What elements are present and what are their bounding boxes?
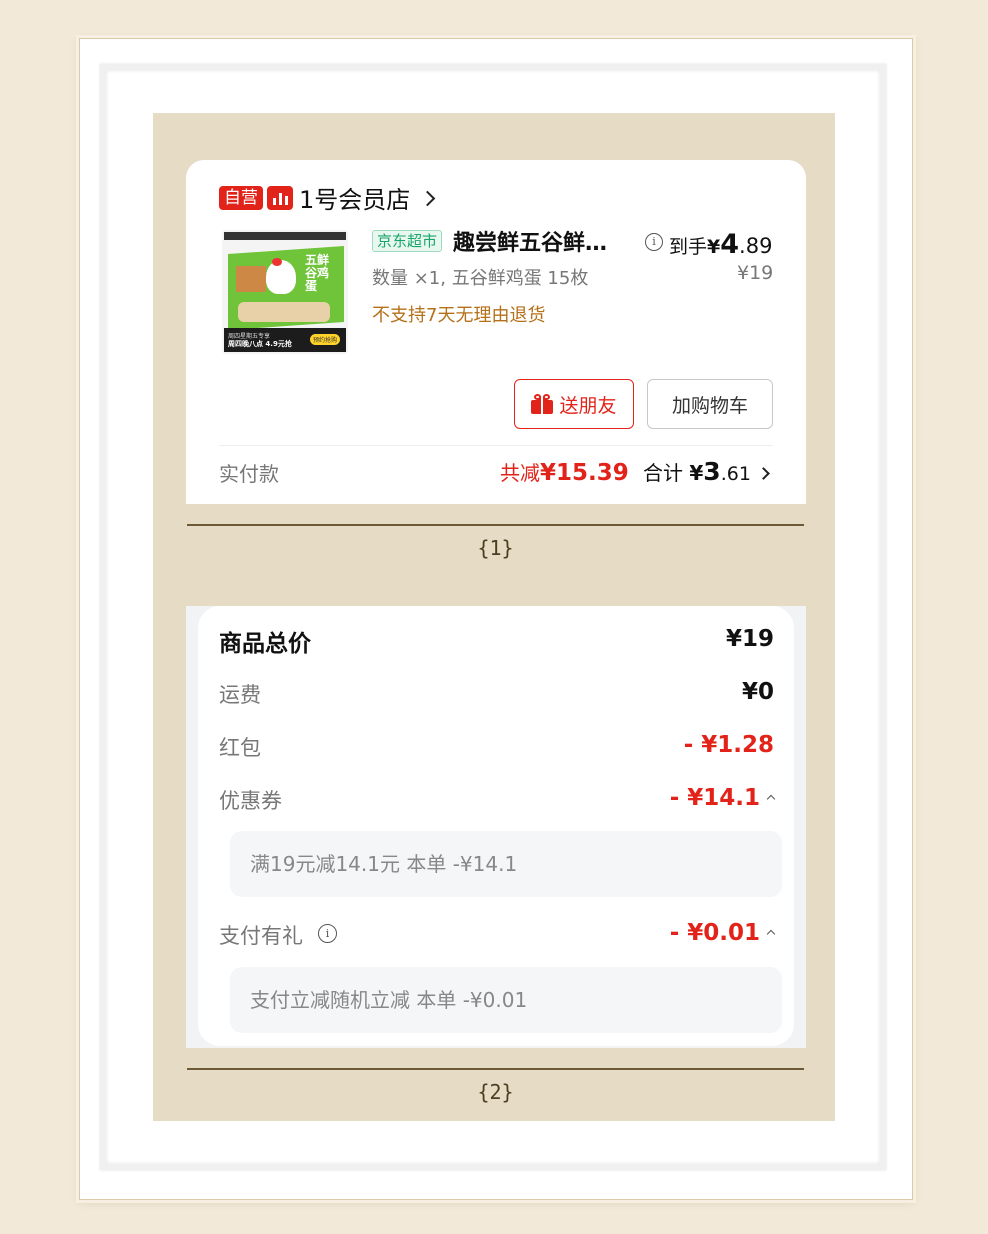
info-icon[interactable]: i — [318, 924, 337, 943]
total-discount: 共减¥15.39 — [500, 457, 629, 486]
redpacket-label: 红包 — [219, 736, 261, 760]
box-label-line3: 蛋 — [305, 279, 318, 293]
coupon-label: 优惠券 — [219, 789, 282, 813]
coupon-row-toggle[interactable]: - ¥14.1 — [669, 785, 776, 811]
final-price-symbol: ¥ — [707, 236, 721, 258]
original-price: ¥19 — [737, 262, 774, 284]
order-total-symbol: ¥ — [689, 461, 704, 485]
separator — [219, 445, 773, 446]
final-price-prefix: 到手 — [669, 236, 708, 258]
final-price: 到手¥4.89 — [669, 229, 772, 260]
store-chart-icon — [267, 186, 293, 210]
order-item-card: 自营 1号会员店 五鲜 谷鸡 蛋 周四星期五专享 周四晚八点 4.9元抢 预约抢… — [186, 160, 806, 504]
shipping-value: ¥0 — [741, 679, 774, 705]
paygift-label: 支付有礼 — [219, 924, 303, 948]
paygift-value: - ¥0.01 — [669, 920, 760, 946]
product-title[interactable]: 趣尝鲜五谷鲜… — [453, 225, 607, 257]
add-to-cart-button[interactable]: 加购物车 — [647, 379, 773, 429]
chevron-right-icon[interactable] — [757, 467, 770, 480]
chevron-right-icon[interactable] — [419, 190, 436, 207]
store-name-link[interactable]: 1号会员店 — [299, 180, 410, 215]
total-discount-prefix: 共减 — [500, 461, 540, 485]
chevron-up-icon — [766, 794, 776, 803]
product-image[interactable]: 五鲜 谷鸡 蛋 周四星期五专享 周四晚八点 4.9元抢 预约抢购 — [222, 230, 348, 354]
order-total-dec: .61 — [720, 463, 751, 485]
return-policy-notice: 不支持7天无理由退货 — [372, 305, 546, 326]
order-total-int: 3 — [703, 457, 721, 486]
shipping-label: 运费 — [219, 683, 261, 707]
redpacket-value: - ¥1.28 — [683, 732, 774, 758]
chevron-up-icon — [766, 929, 776, 938]
order-total-prefix: 合计 — [643, 461, 683, 485]
paygift-detail: 支付立减随机立减 本单 -¥0.01 — [230, 967, 782, 1033]
coupon-detail: 满19元减14.1元 本单 -¥14.1 — [230, 831, 782, 897]
paid-amount-label: 实付款 — [219, 462, 279, 486]
info-icon[interactable]: i — [645, 233, 663, 251]
price-breakdown-card: 商品总价 ¥19 运费 ¥0 红包 - ¥1.28 优惠券 - ¥14.1 满1… — [186, 606, 806, 1048]
gift-to-friend-button[interactable]: 送朋友 — [514, 379, 634, 429]
goods-total-value: ¥19 — [725, 626, 774, 652]
promo-line2: 周四晚八点 4.9元抢 — [228, 340, 292, 348]
final-price-int: 4 — [720, 229, 740, 260]
goods-total-label: 商品总价 — [219, 631, 311, 657]
gift-button-label: 送朋友 — [559, 394, 617, 417]
total-discount-value: ¥15.39 — [540, 460, 629, 486]
product-spec[interactable]: 数量 ×1, 五谷鲜鸡蛋 15枚 — [372, 264, 588, 290]
order-total[interactable]: 合计 ¥3.61 — [643, 457, 751, 486]
coupon-value: - ¥14.1 — [669, 785, 760, 811]
caption-divider-1 — [187, 524, 804, 526]
promo-button: 预约抢购 — [310, 334, 341, 345]
caption-divider-2 — [187, 1068, 804, 1070]
gift-icon — [531, 394, 554, 414]
caption-1: {1} — [477, 536, 514, 560]
jd-supermarket-tag: 京东超市 — [372, 230, 443, 252]
caption-2: {2} — [477, 1080, 514, 1104]
self-operated-badge: 自营 — [219, 186, 263, 210]
cart-button-label: 加购物车 — [671, 394, 748, 417]
paygift-row-toggle[interactable]: - ¥0.01 — [669, 920, 776, 946]
final-price-dec: .89 — [739, 234, 773, 258]
